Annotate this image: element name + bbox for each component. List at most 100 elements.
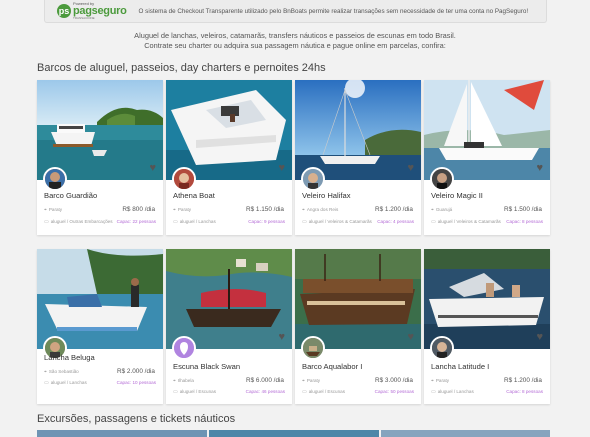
listing-capacity: Capac: 4 pessoas [377,219,414,224]
heart-icon[interactable]: ♥ [407,162,414,174]
folder-icon: ▭ [431,389,436,395]
listing-capacity: Capac: 22 pessoas [116,219,156,224]
listing-category-text: aluguel / Veleiros & Catamarãs [437,219,501,224]
listing-category-text: aluguel / Lanchas [437,389,474,394]
listing-title[interactable]: Lancha Latitude I [431,362,489,371]
listing-category: ▭ aluguel / Escunas [173,389,216,395]
listing-photo[interactable] [424,249,550,349]
listing-photo[interactable] [166,249,292,349]
listing-card[interactable]: ♥ Lancha Latitude I ⌖ Paraty R$ 1.200 /di… [424,249,550,404]
map-pin-icon: ⌖ [302,207,305,213]
listing-category-text: aluguel / Lanchas [179,219,216,224]
listing-card[interactable]: ♥ Escuna Black Swan ⌖ Ilhabela R$ 6.000 /… [166,249,292,404]
listing-category: ▭ aluguel / Escunas [302,389,345,395]
listing-price: R$ 1.200 /dia [374,206,413,213]
listing-category-text: aluguel / Outras Embarcações [50,219,113,224]
listing-price: R$ 800 /dia [122,206,155,213]
heart-icon[interactable]: ♥ [407,331,414,343]
avatar[interactable] [172,336,196,360]
heart-icon[interactable]: ♥ [278,162,285,174]
listing-title[interactable]: Athena Boat [173,191,215,200]
map-pin-icon: ⌖ [173,207,176,213]
listing-category-text: aluguel / Veleiros & Catamarãs [308,219,372,224]
listing-title[interactable]: Barco Guardião [44,191,97,200]
folder-icon: ▭ [44,219,49,225]
folder-icon: ▭ [302,219,307,225]
listing-category: ▭ aluguel / Lanchas [44,380,87,386]
listing-card[interactable]: ♥ Veleiro Magic II ⌖ Guarujá R$ 1.500 /di… [424,80,550,235]
avatar[interactable] [172,167,196,191]
listing-category: ▭ aluguel / Outras Embarcações [44,219,113,225]
map-pin-icon: ⌖ [431,378,434,384]
heart-icon[interactable]: ♥ [278,331,285,343]
listing-location: ⌖ Paraty [173,207,191,213]
listing-photo[interactable] [166,80,292,180]
folder-icon: ▭ [302,389,307,395]
folder-icon: ▭ [431,219,436,225]
listing-location-text: Guarujá [435,207,453,212]
avatar[interactable] [301,167,325,191]
listing-capacity: Capac: 8 pessoas [506,389,543,394]
avatar[interactable] [43,167,67,191]
excursions-section-title: Excursões, passagens e tickets náuticos [37,413,236,425]
listing-location: ⌖ São Sebastião [44,369,79,375]
listing-price: R$ 2.000 /dia [116,368,155,375]
listing-title[interactable]: Lancha Beluga [44,353,95,362]
excursion-photo[interactable] [37,430,207,437]
listing-photo[interactable] [295,249,421,349]
listing-category: ▭ aluguel / Lanchas [431,389,474,395]
listing-card[interactable]: Lancha Beluga ⌖ São Sebastião R$ 2.000 /d… [37,249,163,404]
pagseguro-mark-icon: ps [57,4,71,18]
listing-category-text: aluguel / Escunas [308,389,345,394]
map-pin-icon: ⌖ [302,378,305,384]
listing-location: ⌖ Ilhabela [173,378,194,384]
listing-location: ⌖ Paraty [302,378,320,384]
intro-line-2: Contrate seu charter ou adquira sua pass… [144,41,446,50]
map-pin-icon: ⌖ [173,378,176,384]
listing-photo[interactable] [295,80,421,180]
excursion-photo[interactable] [381,430,550,437]
avatar[interactable] [430,167,454,191]
listing-card[interactable]: ♥ Veleiro Halifax ⌖ Angra dos Reis R$ 1.2… [295,80,421,235]
listing-card[interactable]: ♥ Athena Boat ⌖ Paraty R$ 1.150 /dia ▭ alu… [166,80,292,235]
listing-price: R$ 6.000 /dia [245,377,284,384]
listing-photo[interactable] [37,249,163,349]
listing-photo[interactable] [37,80,163,180]
intro-line-1: Aluguel de lanchas, veleiros, catamarãs,… [134,31,456,40]
listing-category: ▭ aluguel / Veleiros & Catamarãs [302,219,372,225]
listing-price: R$ 1.500 /dia [503,206,542,213]
listing-title[interactable]: Veleiro Magic II [431,191,483,200]
listing-title[interactable]: Veleiro Halifax [302,191,351,200]
listing-location-text: Paraty [306,378,321,383]
listing-category-text: aluguel / Lanchas [50,380,87,385]
listing-location-text: São Sebastião [48,369,79,374]
intro-text: Aluguel de lanchas, veleiros, catamarãs,… [0,31,590,51]
listing-capacity: Capac: 9 pessoas [248,219,285,224]
map-pin-icon: ⌖ [44,369,47,375]
excursion-photo[interactable] [209,430,379,437]
avatar[interactable] [301,336,325,360]
listing-card[interactable]: ♥ Barco Aqualabor I ⌖ Paraty R$ 3.000 /di… [295,249,421,404]
listing-title[interactable]: Barco Aqualabor I [302,362,362,371]
listing-capacity: Capac: 50 pessoas [374,389,414,394]
listing-location-text: Ilhabela [177,378,194,383]
listing-title[interactable]: Escuna Black Swan [173,362,240,371]
listing-card[interactable]: ♥ Barco Guardião ⌖ Paraty R$ 800 /dia ▭ al… [37,80,163,235]
logo-sub-text: TRANSACIONE [73,16,95,20]
folder-icon: ▭ [173,219,178,225]
heart-icon[interactable]: ♥ [536,331,543,343]
listing-location: ⌖ Guarujá [431,207,452,213]
map-pin-icon: ⌖ [44,207,47,213]
listing-photo[interactable] [424,80,550,180]
map-pin-icon: ⌖ [431,207,434,213]
avatar[interactable] [430,336,454,360]
heart-icon[interactable]: ♥ [149,162,156,174]
listing-location: ⌖ Paraty [44,207,62,213]
listing-location: ⌖ Paraty [431,378,449,384]
listing-location-text: Paraty [48,207,63,212]
folder-icon: ▭ [44,380,49,386]
listing-capacity: Capac: 10 pessoas [116,380,156,385]
heart-icon[interactable]: ♥ [536,162,543,174]
listing-location-text: Paraty [435,378,450,383]
banner-text: O sistema de Checkout Transparente utili… [138,7,529,15]
